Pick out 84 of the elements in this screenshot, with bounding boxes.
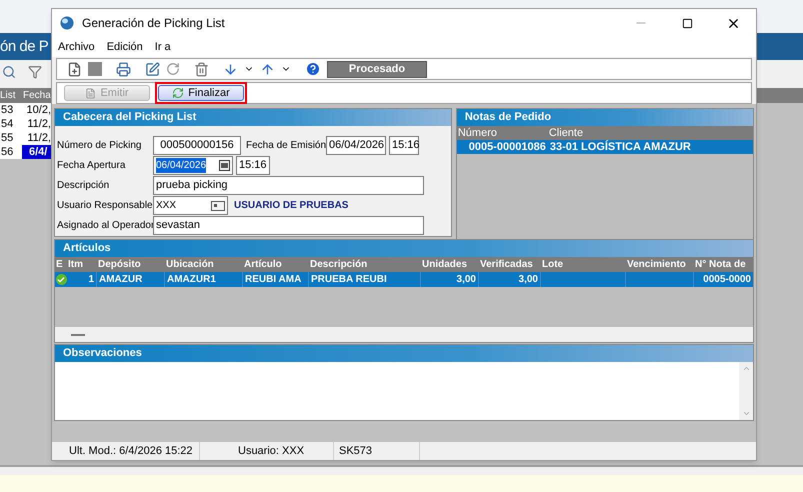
table-cell: AMAZUR: [97, 272, 165, 287]
status-text: Ult. Mod.: 6/4/2026 15:22: [52, 442, 200, 460]
text-field[interactable]: sevastan: [153, 216, 424, 235]
table-cell: 3,00: [479, 272, 541, 287]
column-header: Número: [456, 126, 498, 140]
menu-item[interactable]: Ir a: [154, 38, 171, 56]
field-label: Usuario Responsable: [57, 199, 153, 213]
maximize-icon[interactable]: [682, 18, 692, 28]
arrow-down-icon[interactable]: [223, 62, 238, 76]
printer-icon[interactable]: [116, 62, 131, 76]
table-cell: 6/4/: [22, 145, 51, 159]
status-text: Usuario: XXX: [200, 442, 334, 460]
lookup-icon[interactable]: [211, 200, 225, 210]
search-icon[interactable]: [2, 65, 16, 79]
field-label: Fecha Apertura: [57, 159, 126, 173]
column-header: Depósito: [97, 258, 142, 272]
table-cell-text: 0005-00001086: [468, 140, 547, 154]
rotate-icon[interactable]: [166, 62, 180, 76]
list-row[interactable]: 53 10/2,: [0, 103, 51, 117]
text-field[interactable]: 15:16: [236, 156, 270, 175]
filter-icon[interactable]: [28, 65, 42, 79]
column-header: List: [0, 89, 17, 103]
table-cell: REUBI AMA: [243, 272, 309, 287]
table-cell-text: 11/2,: [26, 131, 51, 145]
new-file-icon[interactable]: [67, 62, 82, 76]
app-title: ón de P: [0, 38, 48, 55]
table-cell: 0005-0000: [694, 272, 753, 287]
field-label: Fecha de Emisión: [246, 139, 326, 153]
table-cell: AMAZUR1: [165, 272, 243, 287]
table-row[interactable]: 0005-00001086 33-01 LOGÍSTICA AMAZUR: [456, 140, 753, 154]
column-header: E: [55, 258, 64, 272]
lookup-field[interactable]: XXX: [153, 196, 228, 215]
field-label: Número de Picking: [57, 139, 142, 153]
table-cell-text: 10/2,: [26, 103, 51, 117]
globe-icon: [60, 16, 74, 30]
text-field[interactable]: prueba picking: [153, 176, 424, 195]
help-icon[interactable]: [305, 61, 321, 77]
action-button[interactable]: Finalizar: [158, 85, 244, 101]
column-header: Itm: [67, 258, 84, 272]
table-cell-text: 56: [0, 145, 14, 159]
table-cell-text: 55: [0, 131, 14, 145]
date-picker[interactable]: 06/04/2026: [153, 156, 233, 175]
status-label: Procesado: [327, 60, 427, 78]
column-header: Cliente: [548, 126, 584, 140]
text-field[interactable]: 06/04/2026: [326, 136, 386, 155]
table-row[interactable]: 1 AMAZUR AMAZUR1 REUBI AMA PRUEBA REUBI 3,00 3,00 0005-0000: [55, 272, 753, 287]
table-cell-text: 53: [0, 103, 14, 117]
table-cell: PRUEBA REUBI: [309, 272, 421, 287]
trash-icon[interactable]: [194, 62, 209, 76]
panel-title: Cabecera del Picking List: [63, 111, 196, 123]
edit-icon[interactable]: [145, 62, 160, 76]
column-header: Fecha: [22, 89, 51, 103]
text-field[interactable]: 15:16: [389, 136, 419, 155]
column-header: Unidades: [421, 258, 468, 272]
table-cell: 3,00: [421, 272, 479, 287]
column-header: Verificadas: [479, 258, 534, 272]
document-icon: [85, 88, 96, 98]
table-cell: 1: [67, 272, 97, 287]
menu-item[interactable]: Archivo: [58, 38, 95, 56]
list-row[interactable]: 56 6/4/: [0, 145, 51, 159]
column-header: Ubicación: [165, 258, 215, 272]
column-header: Vencimiento: [626, 258, 687, 272]
field-label: Descripción: [57, 179, 110, 193]
column-header: Artículo: [243, 258, 283, 272]
table-cell-text: 11/2,: [26, 117, 51, 131]
refresh-icon: [172, 87, 184, 99]
menu-item[interactable]: Edición: [106, 38, 143, 56]
column-header: Descripción: [309, 258, 368, 272]
user-name: USUARIO DE PRUEBAS: [234, 199, 348, 213]
column-header: Lote: [541, 258, 564, 272]
table-cell-text: 54: [0, 117, 14, 131]
splitter-handle[interactable]: [71, 334, 85, 336]
calendar-icon[interactable]: [219, 160, 230, 171]
table-cell-text: 33-01 LOGÍSTICA AMAZUR: [548, 140, 691, 154]
status-text: SK573: [334, 442, 420, 460]
panel-title: Notas de Pedido: [464, 111, 552, 123]
list-row[interactable]: 54 11/2,: [0, 117, 51, 131]
text-field[interactable]: 000500000156: [153, 136, 241, 155]
panel-title: Artículos: [63, 242, 111, 254]
list-row[interactable]: 55 11/2,: [0, 131, 51, 145]
field-label: Asignado al Operador: [57, 219, 153, 233]
window-title: Generación de Picking List: [82, 15, 225, 32]
panel-title: Observaciones: [63, 347, 142, 359]
column-header: N° Nota de: [694, 258, 747, 272]
